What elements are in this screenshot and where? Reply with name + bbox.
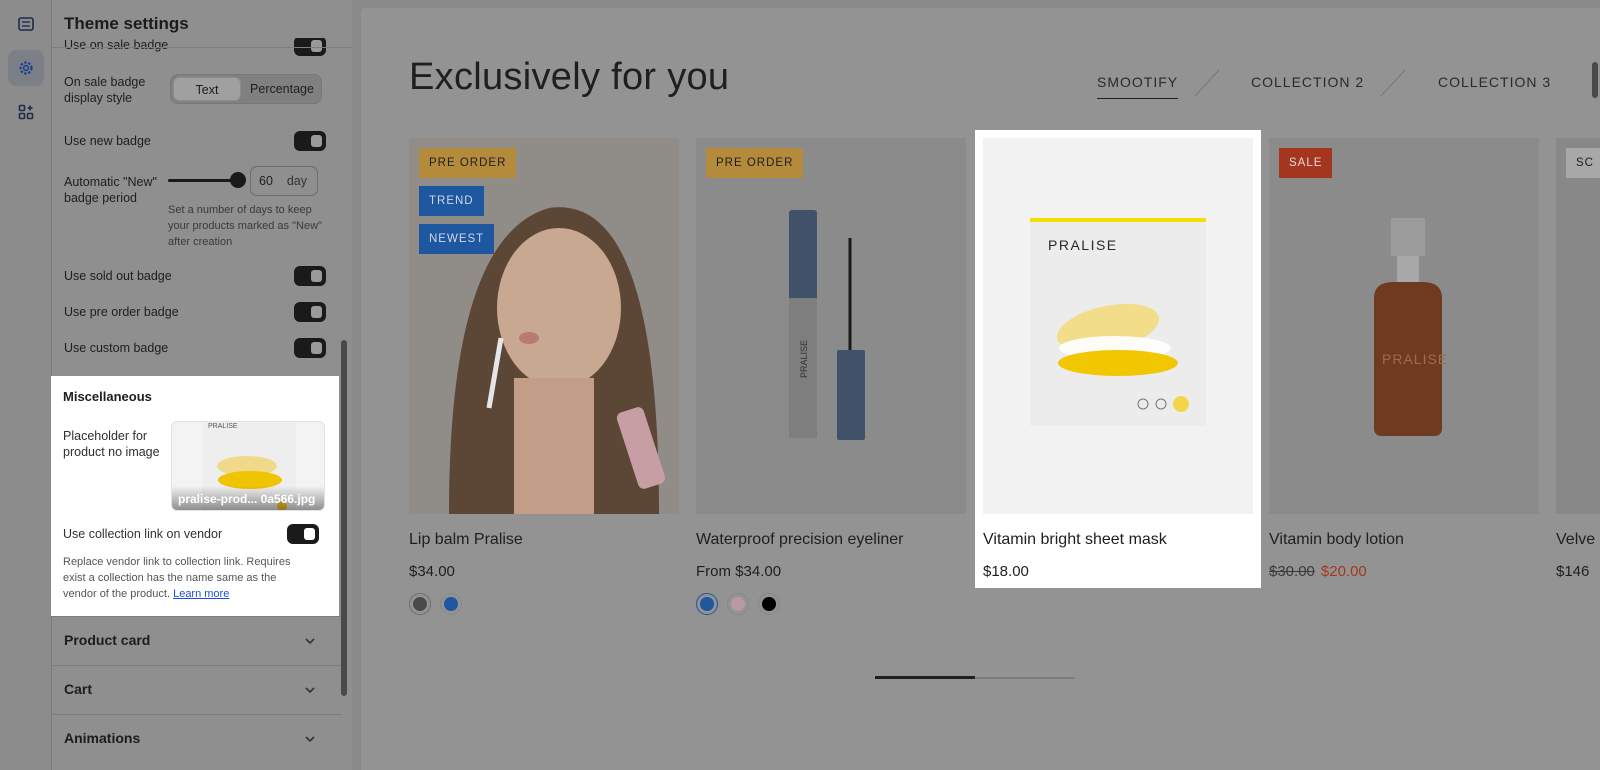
badge-sale: SALE (1279, 148, 1333, 178)
new-badge-toggle[interactable] (294, 131, 326, 151)
badge-trend: TREND (419, 186, 484, 216)
auto-new-slider-track[interactable] (168, 179, 238, 182)
accordion-cart[interactable]: Cart (52, 665, 342, 714)
placeholder-image-picker[interactable]: PRALISE pralise-prod... 0a566.jpg (171, 421, 325, 511)
carousel-progress-fill (875, 676, 975, 679)
tab-collection-3[interactable]: COLLECTION 3 (1438, 74, 1551, 90)
product-photo-eyeliner: PRALISE (696, 138, 966, 514)
auto-new-days-unit: day (286, 174, 307, 188)
product-image[interactable]: PRALISE (1269, 138, 1539, 514)
product-price: $30.00 $20.00 (1269, 563, 1367, 580)
new-badge-row: Use new badge (64, 131, 326, 151)
pre-order-badge-row: Use pre order badge (64, 302, 326, 322)
product-name[interactable]: Waterproof precision eyeliner (696, 531, 904, 549)
custom-badge-row: Use custom badge (64, 338, 326, 358)
sold-out-badge-label: Use sold out badge (64, 269, 172, 283)
tab-smootify[interactable]: SMOOTIFY (1097, 74, 1179, 99)
tab-collection-2[interactable]: COLLECTION 2 (1251, 74, 1364, 90)
accordion-cart-label: Cart (64, 681, 93, 697)
product-name[interactable]: Velve (1556, 531, 1595, 549)
vendor-link-toggle[interactable] (287, 524, 319, 544)
gear-icon (19, 61, 33, 75)
product-price: $18.00 (983, 563, 1029, 580)
badge-pre-order: PRE ORDER (706, 148, 804, 178)
auto-new-label: Automatic "New" badge period (64, 175, 157, 205)
vendor-link-label: Use collection link on vendor (63, 527, 223, 541)
tab-separator (1380, 69, 1406, 97)
sections-button[interactable] (8, 6, 44, 42)
auto-new-days-value: 60 (259, 174, 273, 188)
product-price: $146 (1556, 563, 1590, 580)
eyeliner-brand-text: PRALISE (799, 340, 809, 378)
badge-newest: NEWEST (419, 224, 495, 254)
color-swatch[interactable] (758, 593, 780, 615)
placeholder-file-name: pralise-prod... 0a566.jpg (172, 486, 324, 510)
product-photo-sheet-mask: PRALISE (983, 138, 1253, 514)
apps-button[interactable] (8, 94, 44, 130)
accordion-product-card[interactable]: Product card (52, 616, 342, 665)
sections-icon (18, 17, 34, 31)
theme-settings-button[interactable] (8, 50, 44, 86)
badge-sold-out: SC (1566, 148, 1600, 178)
custom-badge-toggle[interactable] (294, 338, 326, 358)
color-swatch[interactable] (696, 593, 718, 615)
mask-brand-text: PRALISE (1048, 237, 1118, 253)
panel-title: Theme settings (64, 14, 189, 33)
color-swatch[interactable] (440, 593, 462, 615)
thumbnail-brand-text: PRALISE (208, 423, 238, 430)
auto-new-days-input[interactable]: 60 day (250, 166, 318, 196)
sale-style-percentage-option[interactable]: Percentage (243, 77, 321, 101)
sale-style-segmented: Text Percentage (170, 74, 322, 104)
chevron-down-icon (305, 638, 315, 645)
miscellaneous-section: Miscellaneous Placeholder for product no… (51, 376, 339, 616)
sold-out-badge-row: Use sold out badge (64, 266, 326, 286)
color-swatch[interactable] (727, 593, 749, 615)
pre-order-badge-label: Use pre order badge (64, 305, 179, 319)
product-name[interactable]: Vitamin bright sheet mask (983, 531, 1167, 549)
product-image[interactable]: PRALISE (983, 138, 1253, 514)
learn-more-link[interactable]: Learn more (173, 588, 229, 600)
section-heading: Exclusively for you (409, 56, 730, 98)
product-price: From $34.00 (696, 563, 782, 580)
sale-style-text-option[interactable]: Text (173, 77, 241, 101)
sale-style-row: On sale badge display style Text Percent… (64, 74, 326, 108)
product-image[interactable] (1556, 138, 1600, 514)
tab-separator (1194, 69, 1220, 97)
miscellaneous-title: Miscellaneous (63, 389, 152, 404)
product-price: $34.00 (409, 563, 455, 580)
badge-pre-order: PRE ORDER (419, 148, 517, 178)
lotion-brand-text: PRALISE (1382, 351, 1448, 367)
chevron-down-icon (305, 736, 315, 743)
carousel-progress (875, 676, 1075, 679)
accordion-animations-label: Animations (64, 730, 141, 746)
preview-scrollbar[interactable] (1592, 62, 1598, 98)
apps-icon (18, 104, 34, 120)
product-price-original: $30.00 (1269, 563, 1315, 580)
placeholder-image-label: Placeholder for product no image (63, 429, 160, 459)
auto-new-row: Automatic "New" badge period 60 day Set … (64, 166, 326, 256)
sold-out-badge-toggle[interactable] (294, 266, 326, 286)
vendor-link-help: Replace vendor link to collection link. … (63, 554, 313, 602)
left-rail (0, 0, 52, 770)
product-image[interactable]: PRALISE (696, 138, 966, 514)
auto-new-help: Set a number of days to keep your produc… (168, 204, 322, 248)
new-badge-label: Use new badge (64, 134, 151, 148)
accordion-product-card-label: Product card (64, 632, 151, 648)
product-name[interactable]: Lip balm Pralise (409, 531, 523, 549)
product-name[interactable]: Vitamin body lotion (1269, 531, 1404, 549)
sale-style-label: On sale badge display style (64, 75, 146, 105)
color-swatch[interactable] (409, 593, 431, 615)
chevron-down-icon (305, 687, 315, 694)
accordion-animations[interactable]: Animations (52, 714, 342, 763)
panel-header: Theme settings (52, 0, 352, 48)
auto-new-slider-handle[interactable] (230, 172, 246, 188)
panel-scrollbar[interactable] (341, 340, 347, 696)
highlighted-product-card[interactable]: PRALISE Vitamin bright sheet mask $18.00 (975, 130, 1261, 588)
custom-badge-label: Use custom badge (64, 341, 169, 355)
product-photo-body-lotion: PRALISE (1269, 138, 1539, 514)
pre-order-badge-toggle[interactable] (294, 302, 326, 322)
product-price-sale: $20.00 (1320, 563, 1367, 580)
